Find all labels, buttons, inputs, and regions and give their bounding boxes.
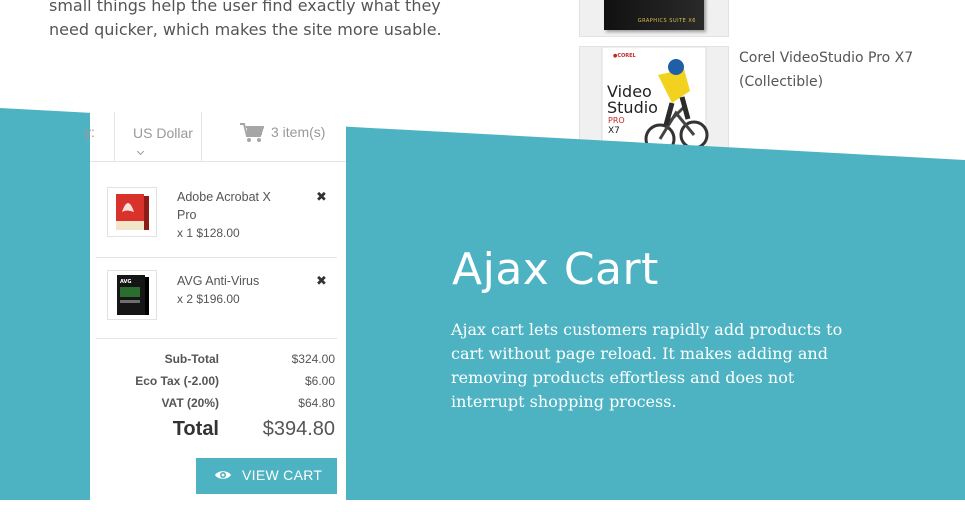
chevron-down-icon [136,147,145,156]
cart-item-name[interactable]: AVG Anti-Virus [177,272,287,290]
language-selector-fragment[interactable]: y: [84,124,95,140]
graphics-suite-box-text: GRAPHICS SUITE X6 [637,18,696,24]
total-value: $394.80 [262,418,335,440]
subtotal-label: Sub-Total [164,352,219,366]
shopping-cart-icon [240,123,264,142]
subtotal-row: Sub-Total $324.00 [90,352,346,374]
cart-item-info: Adobe Acrobat X Pro x 1 $128.00 [177,188,287,242]
svg-text:Studio: Studio [607,98,658,117]
view-cart-label: VIEW CART [242,467,323,483]
view-cart-button[interactable]: VIEW CART [196,458,337,494]
cart-item-name[interactable]: Adobe Acrobat X Pro [177,188,287,224]
eye-icon [215,471,231,479]
cart-item: AVG AVG Anti-Virus x 2 $196.00 ✖ [96,258,337,339]
eco-tax-value: $6.00 [304,374,335,388]
cart-item-info: AVG Anti-Virus x 2 $196.00 [177,272,287,308]
feature-description: Ajax cart lets customers rapidly add pro… [451,320,843,411]
graphics-suite-thumbnail[interactable]: GRAPHICS SUITE X6 [579,0,729,37]
cart-item-qty-price: x 2 $196.00 [177,292,240,306]
eco-tax-row: Eco Tax (-2.00) $6.00 [90,374,346,396]
vat-row: VAT (20%) $64.80 [90,396,346,418]
currency-selector[interactable]: US Dollar [114,112,202,161]
acrobat-box-image[interactable] [107,187,157,237]
remove-item-icon[interactable]: ✖ [316,190,327,205]
eco-tax-label: Eco Tax (-2.00) [135,374,219,388]
corel-product-name[interactable]: Corel VideoStudio Pro X7 (Collectible) [739,46,939,94]
total-label: Total [172,418,219,440]
svg-text:●COREL: ●COREL [613,53,637,59]
feature-title: Ajax Cart [452,244,659,295]
currency-label: US Dollar [133,125,193,141]
cart-item: Adobe Acrobat X Pro x 1 $128.00 ✖ [96,174,337,258]
svg-text:PRO: PRO [608,116,625,125]
cart-item-qty-price: x 1 $128.00 [177,226,240,240]
remove-item-icon[interactable]: ✖ [316,274,327,289]
intro-text: small things help the user find exactly … [49,0,442,39]
svg-text:AVG: AVG [120,279,132,285]
graphics-suite-box-image: GRAPHICS SUITE X6 [604,0,704,30]
total-row: Total $394.80 [90,418,346,448]
vat-label: VAT (20%) [161,396,219,410]
cart-item-count: 3 item(s) [271,124,326,140]
svg-text:X7: X7 [608,126,620,136]
cart-dropdown-panel: y: US Dollar 3 item(s) Adobe Acrobat X P… [84,112,346,512]
vat-value: $64.80 [298,396,335,410]
cart-top-bar: y: US Dollar 3 item(s) [84,112,346,162]
avg-box-image[interactable]: AVG [107,270,157,320]
subtotal-value: $324.00 [291,352,335,366]
